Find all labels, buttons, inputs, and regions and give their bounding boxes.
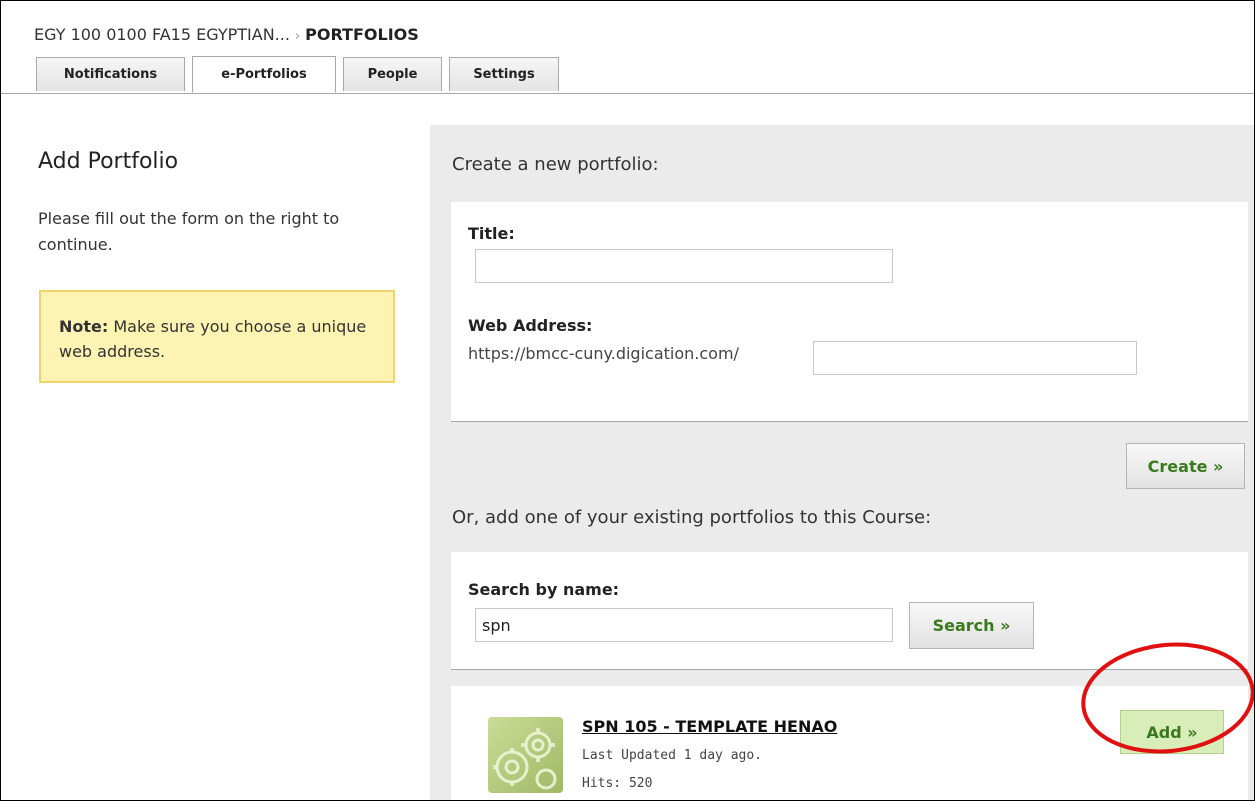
tab-e-portfolios[interactable]: e-Portfolios xyxy=(192,56,336,93)
tab-bar: Notifications e-Portfolios People Settin… xyxy=(1,55,1254,94)
note-label: Note: xyxy=(59,317,109,336)
portfolio-title-link[interactable]: SPN 105 - TEMPLATE HENAO xyxy=(582,717,837,736)
breadcrumb: EGY 100 0100 FA15 EGYPTIAN... › PORTFOLIOS xyxy=(34,25,419,44)
search-button[interactable]: Search » xyxy=(909,602,1034,649)
page-title: Add Portfolio xyxy=(38,149,179,174)
portfolio-hits: Hits: 520 xyxy=(582,776,653,791)
search-label: Search by name: xyxy=(468,580,620,599)
web-address-input[interactable] xyxy=(813,341,1137,375)
portfolio-last-updated: Last Updated 1 day ago. xyxy=(582,748,763,763)
search-form: Search by name: Search » xyxy=(451,552,1248,670)
tab-people[interactable]: People xyxy=(343,57,442,91)
web-address-prefix: https://bmcc-cuny.digication.com/ xyxy=(468,344,739,363)
web-address-label: Web Address: xyxy=(468,316,593,335)
page-frame: EGY 100 0100 FA15 EGYPTIAN... › PORTFOLIOS… xyxy=(0,0,1255,801)
breadcrumb-course-link[interactable]: EGY 100 0100 FA15 EGYPTIAN... xyxy=(34,25,290,44)
add-portfolio-button[interactable]: Add » xyxy=(1120,710,1224,754)
tab-settings[interactable]: Settings xyxy=(449,57,559,91)
existing-heading: Or, add one of your existing portfolios … xyxy=(452,507,932,528)
gear-icon xyxy=(488,717,563,793)
create-button[interactable]: Create » xyxy=(1126,443,1245,489)
search-input[interactable] xyxy=(475,608,893,642)
create-form: Title: Web Address: https://bmcc-cuny.di… xyxy=(451,202,1248,422)
title-input[interactable] xyxy=(475,249,893,283)
portfolio-thumbnail xyxy=(488,717,563,793)
right-panel: Create a new portfolio: Title: Web Addre… xyxy=(430,125,1254,800)
breadcrumb-separator: › xyxy=(294,29,301,44)
breadcrumb-current: PORTFOLIOS xyxy=(305,25,419,44)
instructions-text: Please fill out the form on the right to… xyxy=(38,209,340,254)
note-box: Note: Make sure you choose a unique web … xyxy=(39,290,395,383)
create-heading: Create a new portfolio: xyxy=(452,154,659,175)
title-label: Title: xyxy=(468,224,515,243)
search-result: SPN 105 - TEMPLATE HENAO Last Updated 1 … xyxy=(451,686,1248,800)
tab-notifications[interactable]: Notifications xyxy=(36,57,185,91)
